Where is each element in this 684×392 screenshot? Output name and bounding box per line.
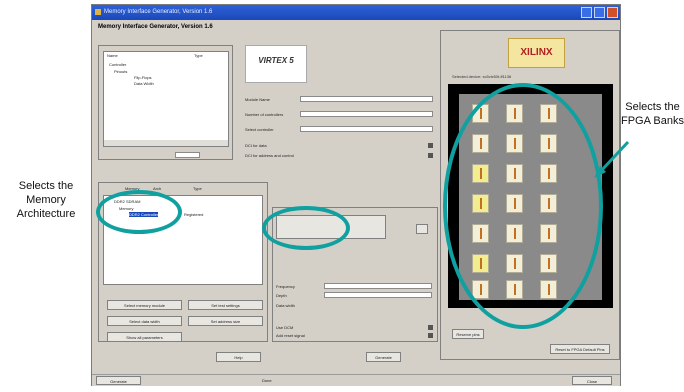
parameter-button[interactable] [416, 224, 428, 234]
controllers-label: Number of controllers [245, 112, 284, 117]
tree-item[interactable]: Data Width [134, 81, 154, 86]
tree-item[interactable]: Flip-Flops [134, 75, 152, 80]
window-title: Memory Interface Generator, Version 1.6 [104, 9, 213, 15]
module-name-label: Module Name [245, 97, 270, 102]
status-bar: Generate Done Close [92, 374, 620, 386]
add-reset-dropdown[interactable] [428, 333, 433, 338]
close-button[interactable] [607, 7, 618, 18]
tab-arch[interactable]: Arch [153, 186, 161, 191]
help-button[interactable]: Help [216, 352, 261, 362]
set-address-size-button[interactable]: Set address size [188, 316, 263, 326]
dci-address-label: DCI for address and control [245, 153, 294, 158]
page-title: Memory Interface Generator, Version 1.6 [98, 24, 213, 30]
annotation-fpga-banks: Selects the FPGA Banks [621, 101, 684, 127]
tab-type[interactable]: Type [193, 186, 202, 191]
annotation-memory-architecture: Selects the Memory Architecture [16, 180, 76, 220]
status-generate-button[interactable]: Generate [96, 376, 141, 385]
show-all-parameters-button[interactable]: Show all parameters [107, 332, 182, 342]
highlight-memory-tree [96, 190, 182, 234]
select-controller-label: Select controller [245, 127, 274, 132]
depth-input[interactable] [324, 292, 432, 298]
horizontal-scrollbar[interactable] [104, 140, 228, 146]
dci-data-dropdown[interactable] [428, 143, 433, 148]
highlight-parameters [262, 206, 350, 250]
tree-item-type: Registered [184, 212, 204, 217]
use-dcm-dropdown[interactable] [428, 325, 433, 330]
add-reset-label: Add reset signal [276, 333, 305, 338]
tree-item[interactable]: Pinouts [114, 69, 127, 74]
tree-item[interactable]: Controller [109, 62, 126, 67]
status-close-button[interactable]: Close [572, 376, 612, 385]
select-data-width-button[interactable]: Select data width [107, 316, 182, 326]
device-caption: Selected device: xc5vlx50t-ff1136 [452, 74, 512, 79]
reset-default-pins-button[interactable]: Reset to FPGA Default Pins [550, 344, 610, 354]
tree-col-name: Name [107, 53, 118, 58]
highlight-fpga-banks [443, 83, 603, 329]
dci-data-label: DCI for data [245, 143, 267, 148]
dci-address-dropdown[interactable] [428, 153, 433, 158]
generate-button[interactable]: Generate [366, 352, 401, 362]
frequency-label: Frequency [276, 284, 295, 289]
frequency-input[interactable] [324, 283, 432, 289]
select-controller-input[interactable] [300, 126, 433, 132]
select-memory-module-button[interactable]: Select memory module [107, 300, 182, 310]
module-name-input[interactable] [300, 96, 433, 102]
app-icon [95, 9, 101, 15]
virtex-logo-text: VIRTEX 5 [258, 56, 294, 65]
design-tree[interactable]: Name Type Controller Pinouts Flip-Flops … [103, 51, 229, 147]
use-dcm-label: Use DCM [276, 325, 294, 330]
set-test-settings-button[interactable]: Set test settings [188, 300, 263, 310]
controllers-input[interactable] [300, 111, 433, 117]
xilinx-logo: XILINX [508, 38, 565, 68]
virtex-logo: VIRTEX 5 [245, 45, 307, 83]
xilinx-logo-text: XILINX [520, 47, 553, 58]
small-input[interactable] [175, 152, 200, 158]
status-text: Done [262, 378, 272, 383]
minimize-button[interactable] [581, 7, 592, 18]
maximize-button[interactable] [594, 7, 605, 18]
reserve-pins-button[interactable]: Reserve pins [452, 329, 484, 339]
title-bar: Memory Interface Generator, Version 1.6 [92, 5, 620, 20]
annotation-arrow [594, 140, 630, 178]
tree-col-type: Type [194, 53, 203, 58]
data-width-label: Data width [276, 303, 295, 308]
depth-label: Depth [276, 293, 287, 298]
